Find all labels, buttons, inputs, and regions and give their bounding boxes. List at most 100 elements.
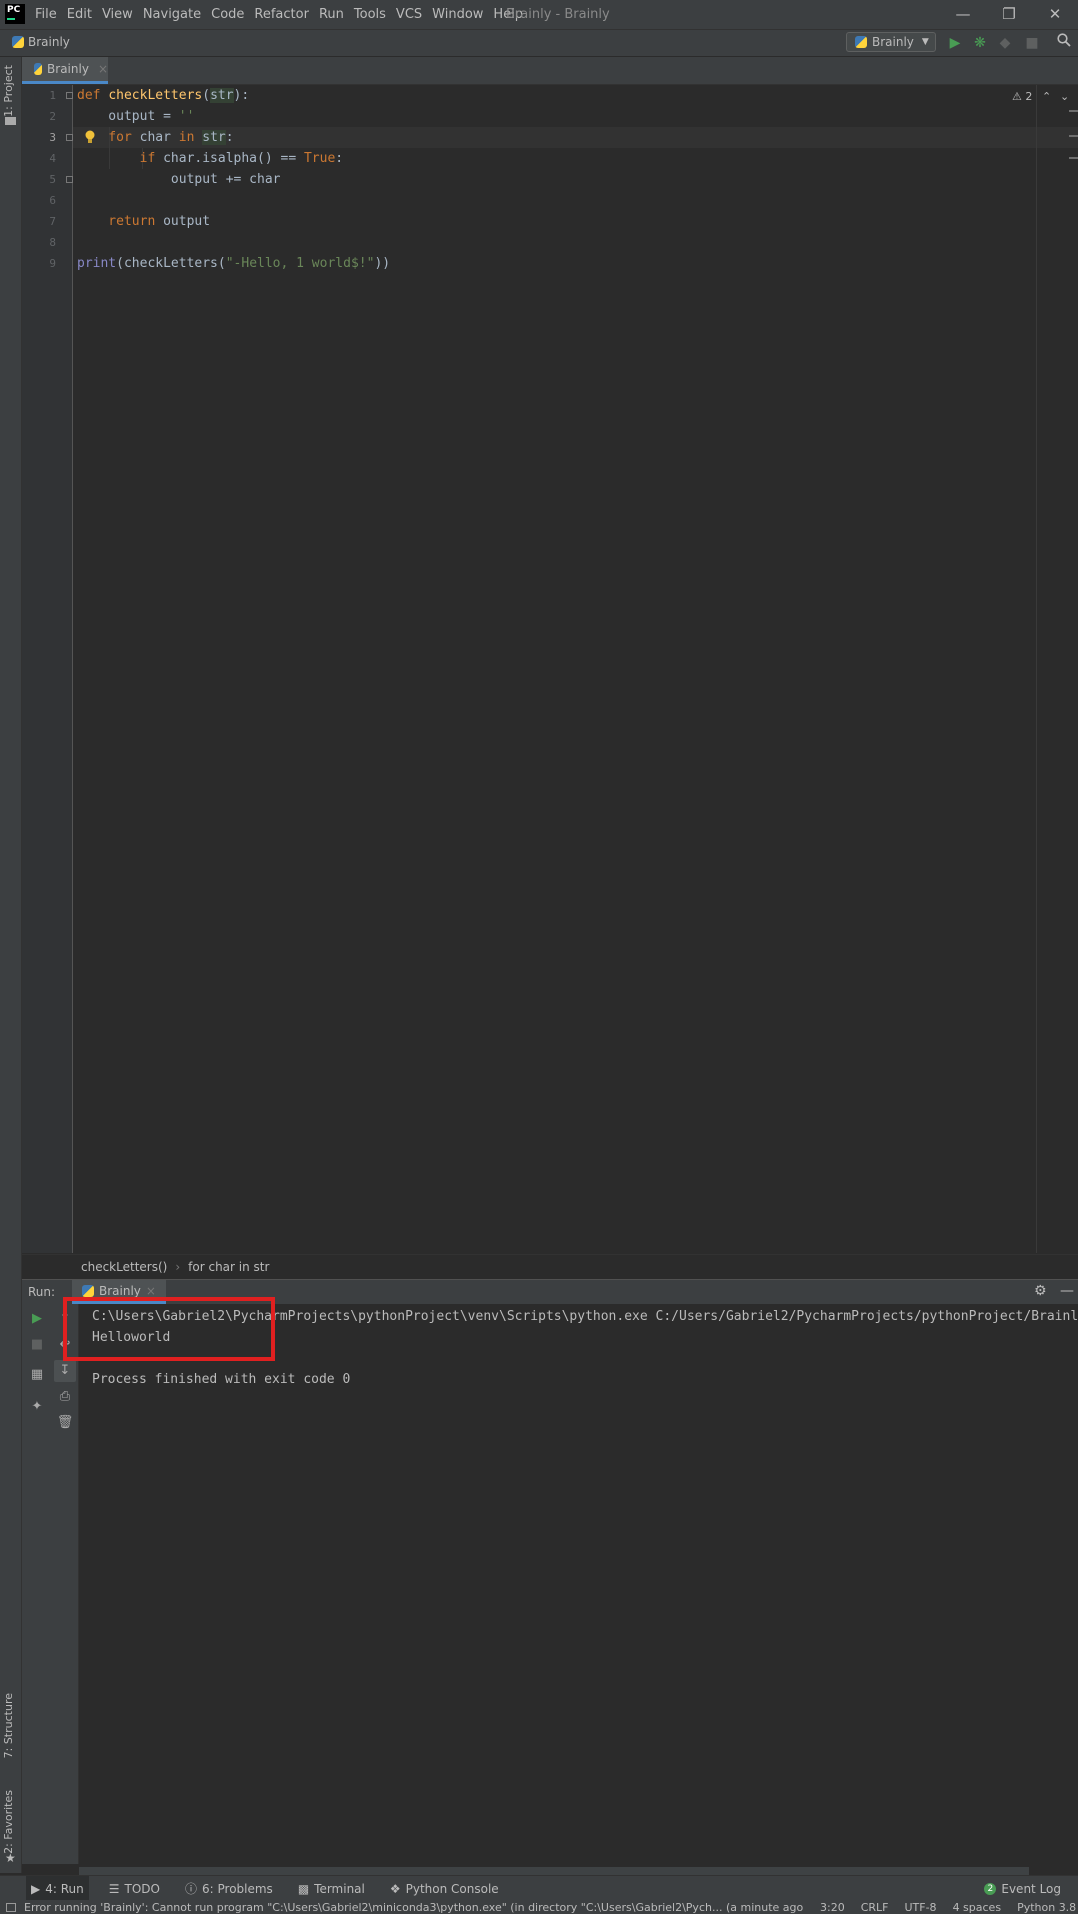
breadcrumb-block[interactable]: for char in str (188, 1260, 269, 1274)
console-output[interactable]: C:\Users\Gabriel2\PycharmProjects\python… (79, 1304, 1078, 1864)
file-encoding[interactable]: UTF-8 (904, 1901, 936, 1914)
code-line-4: if char.isalpha() == True: (77, 151, 344, 166)
navigation-bar: Brainly Brainly ▼ ▶ ❋ ◆ ■ (0, 30, 1078, 57)
folder-icon (5, 117, 16, 125)
line-number: 2 (49, 110, 56, 123)
menu-view[interactable]: View (102, 7, 133, 22)
stop-icon[interactable]: ■ (1022, 33, 1042, 53)
python-console-icon: ❖ (389, 1881, 401, 1896)
inspection-warnings[interactable]: ⚠ 2 (1012, 90, 1032, 103)
coverage-icon[interactable]: ◆ (995, 33, 1015, 53)
tool-run[interactable]: ▶ 4: Run (26, 1876, 89, 1901)
line-number: 9 (49, 257, 56, 270)
scroll-to-end-icon[interactable]: ↧ (54, 1360, 76, 1382)
terminal-icon: ▩ (297, 1881, 310, 1896)
search-icon[interactable] (1054, 33, 1074, 53)
python-file-icon (34, 63, 43, 75)
editor-scrollbar[interactable] (1067, 85, 1078, 1253)
minimize-icon[interactable]: — (940, 0, 986, 29)
left-tool-strip: 1: Project 7: Structure 2: Favorites ★ (0, 57, 22, 1873)
python-file-icon (82, 1284, 94, 1297)
menu-window[interactable]: Window (432, 7, 483, 22)
fold-marker-icon[interactable] (66, 134, 73, 141)
fold-marker-icon[interactable] (66, 92, 73, 99)
run-toolbar-primary: ▶ ■ ▦ ✦ (22, 1304, 52, 1864)
tool-python-console[interactable]: ❖ Python Console (385, 1876, 504, 1901)
window-title: Brainly - Brainly (506, 7, 610, 22)
run-label: Run: (28, 1285, 56, 1299)
breadcrumb-project[interactable]: Brainly (12, 35, 70, 49)
python-file-icon (12, 36, 24, 48)
fold-marker-icon[interactable] (66, 176, 73, 183)
layout-icon[interactable]: ▦ (26, 1364, 48, 1386)
python-file-icon (855, 36, 867, 48)
line-ending[interactable]: CRLF (861, 1901, 889, 1914)
tool-event-log[interactable]: 2 Event Log (979, 1876, 1066, 1901)
right-margin-guide (1036, 85, 1037, 1253)
menu-refactor[interactable]: Refactor (254, 7, 309, 22)
line-number: 1 (49, 89, 56, 102)
scroll-marker (1069, 110, 1078, 112)
close-tab-icon[interactable]: × (98, 62, 108, 76)
chevron-up-icon[interactable]: ⌃ (1042, 90, 1051, 103)
line-number: 6 (49, 194, 56, 207)
line-number: 8 (49, 236, 56, 249)
caret-position[interactable]: 3:20 (820, 1901, 845, 1914)
scroll-marker (1069, 135, 1078, 137)
tool-windows-toggle-icon[interactable] (6, 1902, 16, 1912)
rerun-icon[interactable]: ▶ (26, 1308, 48, 1330)
menu-navigate[interactable]: Navigate (143, 7, 201, 22)
line-number: 7 (49, 215, 56, 228)
status-bar: Error running 'Brainly': Cannot run prog… (0, 1900, 1078, 1914)
lightbulb-icon[interactable] (85, 130, 95, 144)
breadcrumb-separator-icon: › (175, 1260, 181, 1274)
tab-brainly[interactable]: Brainly × (22, 57, 108, 84)
star-icon: ★ (5, 1851, 16, 1865)
pycharm-logo-icon: PC (5, 4, 25, 24)
run-toolbar-secondary: ↑ ↩ ↧ ⎙ 🗑 (52, 1304, 79, 1864)
tab-project[interactable]: 1: Project (2, 65, 15, 117)
trash-icon[interactable]: 🗑 (54, 1412, 76, 1434)
menu-vcs[interactable]: VCS (396, 7, 422, 22)
hide-icon[interactable]: — (1060, 1283, 1074, 1299)
tool-window-bar: ▶ 4: Run ☰ TODO ⓘ 6: Problems ▩ Terminal ❖ Py… (0, 1875, 1078, 1901)
python-interpreter[interactable]: Python 3.8 (1017, 1901, 1076, 1914)
menu-code[interactable]: Code (211, 7, 244, 22)
tool-todo[interactable]: ☰ TODO (104, 1876, 165, 1901)
tab-favorites[interactable]: 2: Favorites (2, 1790, 15, 1854)
line-number-gutter: 1 2 3 4 5 6 7 8 9 (22, 85, 73, 1253)
info-icon: ⓘ (184, 1882, 197, 1896)
menu-edit[interactable]: Edit (67, 7, 92, 22)
stop-icon[interactable]: ■ (26, 1334, 48, 1356)
breadcrumb: checkLetters() › for char in str (22, 1254, 1078, 1279)
tool-terminal[interactable]: ▩ Terminal (293, 1876, 370, 1901)
code-line-9: print(checkLetters("-Hello, 1 world$!")) (77, 256, 391, 271)
code-line-7: return output (77, 214, 211, 229)
debug-icon[interactable]: ❋ (970, 33, 990, 53)
list-icon: ☰ (108, 1881, 120, 1896)
menu-bar: File Edit View Navigate Code Refactor Ru… (35, 0, 533, 29)
close-icon[interactable]: ✕ (1032, 0, 1078, 29)
run-icon: ▶ (31, 1881, 41, 1896)
indent-setting[interactable]: 4 spaces (953, 1901, 1002, 1914)
close-tab-icon[interactable]: × (146, 1284, 156, 1298)
breadcrumb-function[interactable]: checkLetters() (81, 1260, 167, 1274)
print-icon[interactable]: ⎙ (54, 1386, 76, 1408)
restore-icon[interactable]: ❐ (986, 0, 1032, 29)
line-number: 3 (49, 131, 56, 144)
tool-problems[interactable]: ⓘ 6: Problems (180, 1876, 278, 1901)
menu-run[interactable]: Run (319, 7, 344, 22)
menu-tools[interactable]: Tools (354, 7, 386, 22)
code-editor[interactable]: 1 2 3 4 5 6 7 8 9 def checkLetters(str):… (22, 85, 1078, 1253)
run-configuration-select[interactable]: Brainly ▼ (846, 32, 936, 52)
status-message[interactable]: Error running 'Brainly': Cannot run prog… (24, 1901, 804, 1914)
tab-structure[interactable]: 7: Structure (2, 1693, 15, 1758)
pin-icon[interactable]: ✦ (26, 1396, 48, 1418)
menu-file[interactable]: File (35, 7, 57, 22)
line-number: 4 (49, 152, 56, 165)
console-horizontal-scrollbar[interactable] (79, 1867, 1029, 1875)
gear-icon[interactable]: ⚙ (1034, 1283, 1047, 1299)
code-line-2: output = '' (77, 109, 195, 124)
warning-icon: ⚠ (1012, 90, 1022, 103)
run-icon[interactable]: ▶ (945, 33, 965, 53)
